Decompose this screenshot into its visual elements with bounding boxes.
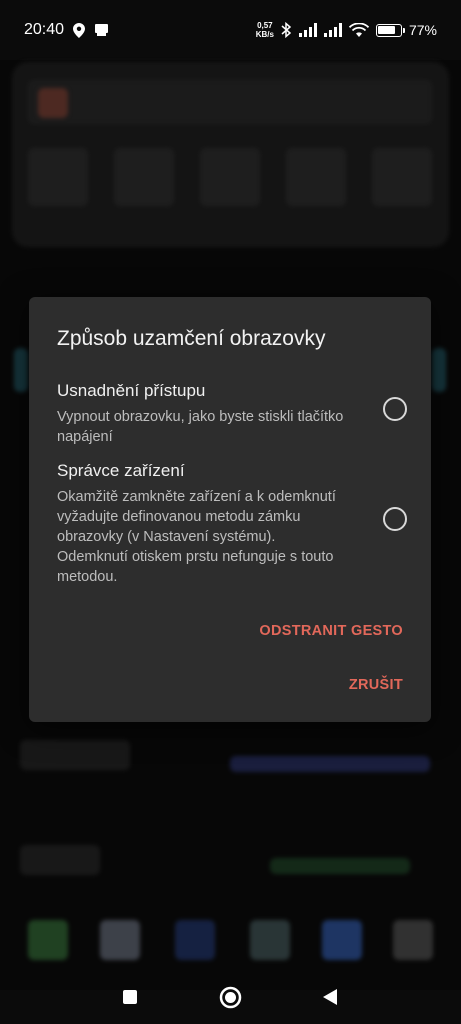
radio-button[interactable] — [383, 397, 407, 421]
battery-percent: 77% — [408, 22, 437, 38]
home-circle-icon[interactable] — [219, 986, 242, 1009]
option-description: Vypnout obrazovku, jako byste stiskli tl… — [57, 409, 344, 445]
notification-icon — [95, 24, 109, 36]
cancel-button[interactable]: ZRUŠIT — [349, 677, 403, 693]
back-triangle-icon[interactable] — [322, 988, 338, 1006]
dialog-title: Způsob uzamčení obrazovky — [57, 327, 326, 350]
signal-icon — [298, 23, 317, 37]
battery-level — [378, 26, 395, 34]
bluetooth-icon — [281, 22, 292, 38]
status-bar: 20:40 0,57 KB/s 77% — [0, 0, 461, 60]
option-description: Okamžitě zamkněte zařízení a k odemknutí… — [57, 489, 336, 585]
battery-icon — [375, 23, 405, 37]
option-accessibility[interactable]: Usnadnění přístupu Vypnout obrazovku, ja… — [57, 381, 417, 447]
option-title: Usnadnění přístupu — [57, 381, 206, 400]
option-title: Správce zařízení — [57, 461, 185, 480]
wifi-icon — [348, 22, 369, 37]
signal-icon — [323, 23, 342, 37]
remove-gesture-button[interactable]: ODSTRANIT GESTO — [259, 623, 403, 639]
recents-square-icon[interactable] — [122, 989, 138, 1005]
net-speed: 0,57 KB/s — [255, 21, 274, 39]
lock-method-dialog: Způsob uzamčení obrazovky Usnadnění přís… — [29, 297, 431, 722]
navigation-bar — [0, 975, 461, 1024]
status-time: 20:40 — [24, 21, 65, 38]
option-device-admin[interactable]: Správce zařízení Okamžitě zamkněte zaříz… — [57, 461, 417, 587]
location-icon — [73, 22, 86, 38]
radio-button[interactable] — [383, 507, 407, 531]
